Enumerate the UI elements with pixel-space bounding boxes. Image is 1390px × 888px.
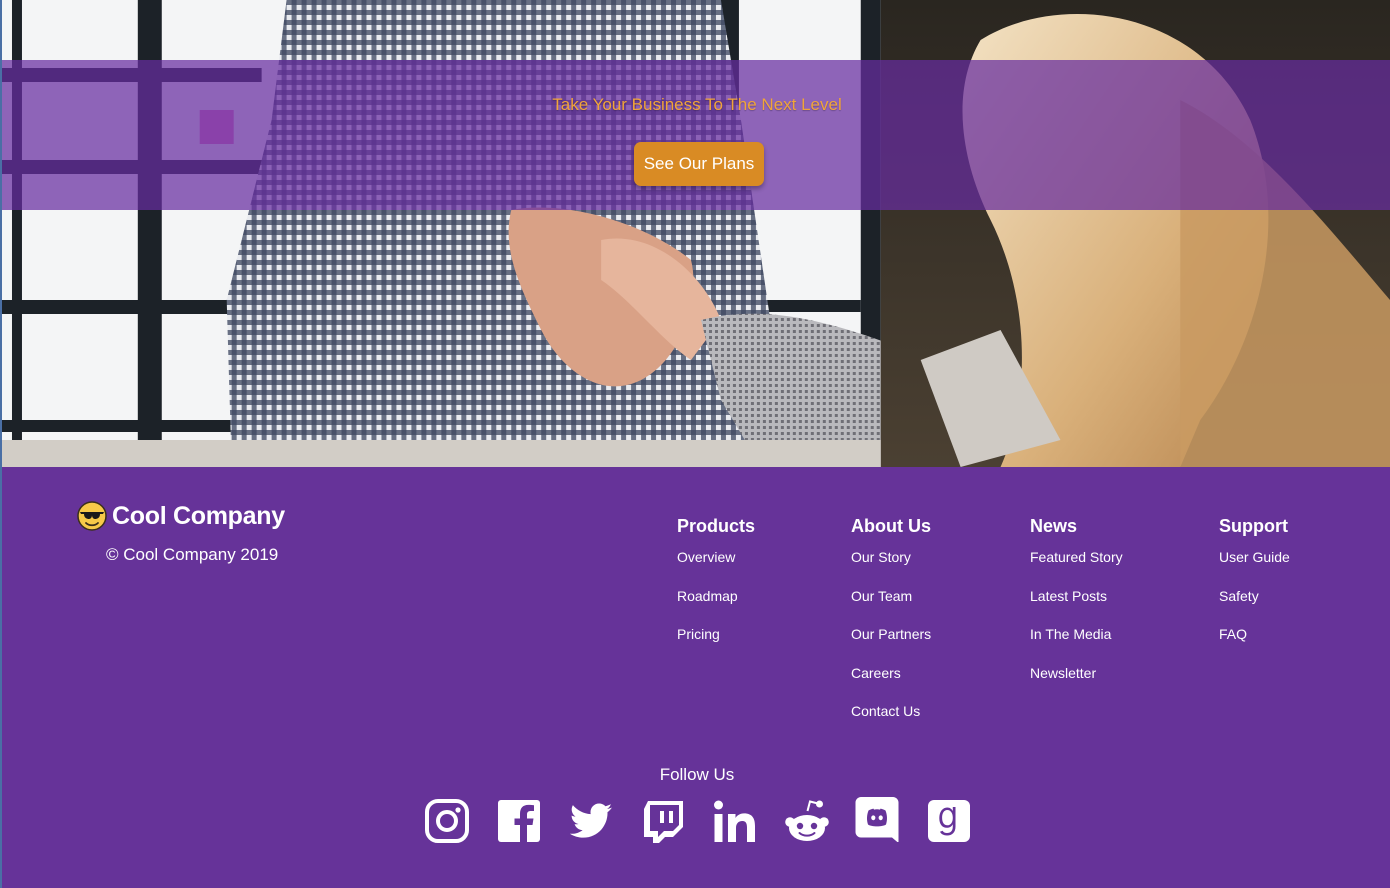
facebook-icon[interactable] bbox=[496, 798, 542, 844]
follow-us-label: Follow Us bbox=[659, 765, 735, 784]
footer-col-about-us: About Us Our Story Our Team Our Partners… bbox=[851, 516, 931, 742]
footer-link-our-story[interactable]: Our Story bbox=[851, 549, 911, 565]
footer-link-featured-story[interactable]: Featured Story bbox=[1030, 549, 1123, 565]
copyright-text: © Cool Company 2019 bbox=[106, 545, 279, 564]
instagram-icon[interactable] bbox=[424, 798, 470, 844]
footer-link-careers[interactable]: Careers bbox=[851, 665, 901, 681]
footer-link-latest-posts[interactable]: Latest Posts bbox=[1030, 588, 1107, 604]
twitch-icon[interactable] bbox=[640, 798, 686, 844]
footer-link-roadmap[interactable]: Roadmap bbox=[677, 588, 738, 604]
hero-overlay-band bbox=[2, 60, 1390, 210]
footer-col-products: Products Overview Roadmap Pricing bbox=[677, 516, 755, 665]
see-our-plans-button[interactable]: See Our Plans bbox=[634, 142, 764, 186]
linkedin-icon[interactable] bbox=[712, 798, 758, 844]
footer-link-safety[interactable]: Safety bbox=[1219, 588, 1259, 604]
footer-col-title: Products bbox=[677, 516, 756, 536]
social-links bbox=[2, 796, 1390, 848]
footer-col-title: About Us bbox=[851, 516, 931, 536]
footer-link-our-team[interactable]: Our Team bbox=[851, 588, 912, 604]
brand-name[interactable]: Cool Company bbox=[112, 502, 285, 531]
footer-link-pricing[interactable]: Pricing bbox=[677, 626, 720, 642]
goodreads-icon[interactable] bbox=[926, 798, 972, 844]
discord-icon[interactable] bbox=[854, 796, 900, 842]
footer-link-faq[interactable]: FAQ bbox=[1219, 626, 1247, 642]
footer-col-title: Support bbox=[1219, 516, 1288, 536]
footer-link-our-partners[interactable]: Our Partners bbox=[851, 626, 931, 642]
hero-section: Take Your Business To The Next Level See… bbox=[0, 0, 1390, 467]
hero-tagline: Take Your Business To The Next Level bbox=[552, 95, 842, 114]
site-footer: Cool Company © Cool Company 2019 Product… bbox=[0, 467, 1390, 888]
footer-link-in-the-media[interactable]: In The Media bbox=[1030, 626, 1111, 642]
footer-link-user-guide[interactable]: User Guide bbox=[1219, 549, 1290, 565]
brand-block: Cool Company bbox=[76, 500, 285, 532]
footer-link-overview[interactable]: Overview bbox=[677, 549, 735, 565]
reddit-icon[interactable] bbox=[784, 798, 830, 844]
twitter-icon[interactable] bbox=[568, 798, 614, 844]
footer-col-title: News bbox=[1030, 516, 1078, 536]
footer-link-contact-us[interactable]: Contact Us bbox=[851, 703, 920, 719]
footer-col-news: News Featured Story Latest Posts In The … bbox=[1030, 516, 1123, 703]
footer-link-newsletter[interactable]: Newsletter bbox=[1030, 665, 1096, 681]
sunglasses-emoji-icon bbox=[77, 501, 107, 531]
footer-col-support: Support User Guide Safety FAQ bbox=[1219, 516, 1290, 665]
